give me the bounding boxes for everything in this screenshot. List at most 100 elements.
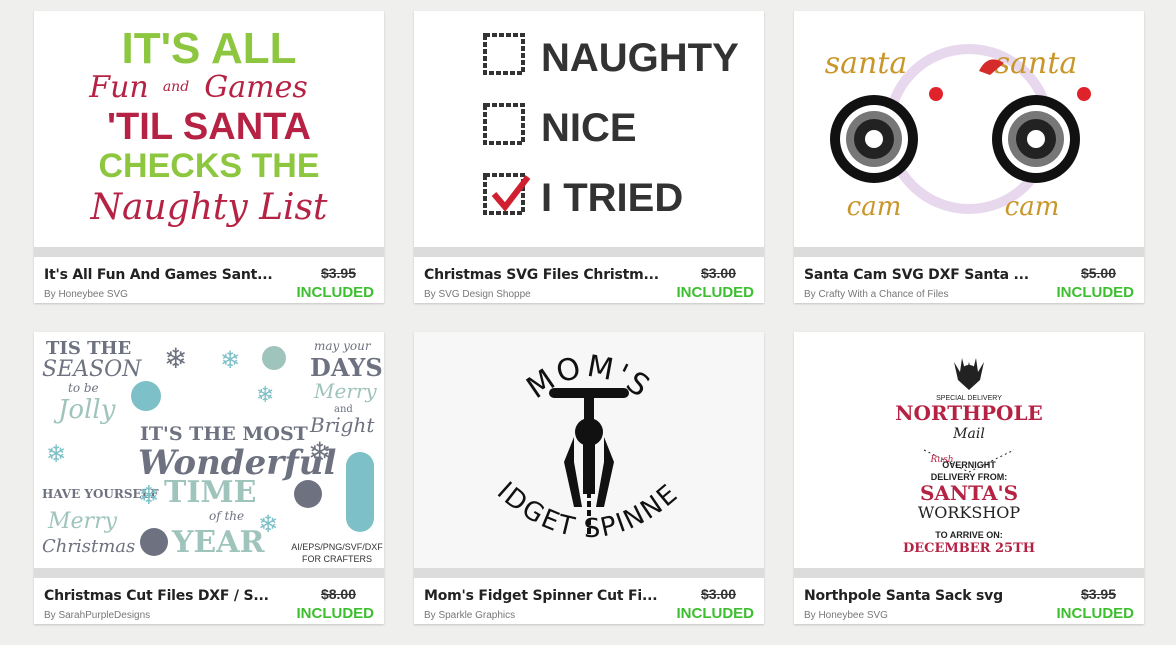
- checkbox-icon: [483, 33, 525, 75]
- checkbox-icon: [483, 103, 525, 145]
- product-thumbnail[interactable]: TIS THE SEASON to be Jolly IT'S THE MOST…: [34, 332, 384, 568]
- product-author[interactable]: By Honeybee SVG: [804, 610, 888, 621]
- product-title[interactable]: Mom's Fidget Spinner Cut Fi...: [424, 588, 664, 604]
- snowflake-icon: ❄: [164, 342, 187, 375]
- included-badge: INCLUDED: [1056, 284, 1135, 301]
- art-line: to be: [68, 381, 99, 395]
- art-line: Naughty List: [90, 187, 329, 228]
- option-label: NICE: [541, 106, 637, 150]
- reindeer-icon: [954, 358, 984, 390]
- product-author[interactable]: By SarahPurpleDesigns: [44, 610, 150, 621]
- product-title[interactable]: It's All Fun And Games Sant...: [44, 267, 284, 283]
- ornament-icon: [131, 381, 161, 411]
- art-line: FOR CRAFTERS: [302, 554, 372, 564]
- bell-icon: [262, 346, 286, 370]
- snowflake-icon: ❄: [258, 510, 278, 538]
- product-card[interactable]: SPECIAL DELIVERY NORTHPOLE Mail Rush OVE…: [794, 332, 1144, 624]
- camera-eye-icon: [830, 95, 918, 183]
- product-thumbnail[interactable]: MOM'S FIDGET SPINNER: [414, 332, 764, 568]
- art-line: Fun: [88, 70, 148, 105]
- product-card[interactable]: TIS THE SEASON to be Jolly IT'S THE MOST…: [34, 332, 384, 624]
- snowflake-icon: ❄: [220, 346, 240, 374]
- included-badge: INCLUDED: [1056, 605, 1135, 622]
- art-line: 'TIL SANTA: [107, 106, 311, 148]
- art-line: DAYS: [310, 353, 383, 382]
- product-artwork: NAUGHTY NICE I TRIED: [483, 33, 739, 220]
- snowman-icon: [346, 452, 374, 532]
- thumbnail-divider: [414, 568, 764, 578]
- snowflake-icon: ❄: [256, 383, 274, 408]
- original-price: $3.00: [700, 265, 736, 281]
- thumbnail-divider: [794, 568, 1144, 578]
- included-badge: INCLUDED: [296, 284, 375, 301]
- product-artwork: santa santa cam cam: [825, 44, 1091, 222]
- product-card[interactable]: MOM'S FIDGET SPINNER Mom's Fidget Spinne…: [414, 332, 764, 624]
- original-price: $8.00: [320, 586, 356, 602]
- art-line: cam: [1005, 192, 1060, 222]
- art-line: may your: [314, 339, 372, 353]
- art-line: CHECKS THE: [98, 147, 319, 185]
- art-line: YEAR: [171, 525, 266, 560]
- art-line: santa: [825, 46, 908, 81]
- snowflake-icon: ❄: [46, 440, 66, 468]
- art-line: TIME: [164, 475, 256, 510]
- product-author[interactable]: By SVG Design Shoppe: [424, 289, 531, 300]
- thumbnail-divider: [34, 568, 384, 578]
- art-line: OVERNIGHT: [942, 460, 996, 470]
- product-thumbnail[interactable]: NAUGHTY NICE I TRIED: [414, 11, 764, 247]
- art-line: TO ARRIVE ON:: [935, 530, 1003, 540]
- art-line: Merry: [313, 379, 377, 403]
- art-line: Christmas: [42, 536, 135, 557]
- nose-icon: [929, 87, 943, 101]
- product-thumbnail[interactable]: IT'S ALL Fun and Games 'TIL SANTA CHECKS…: [34, 11, 384, 247]
- art-line: AI/EPS/PNG/SVF/DXF: [291, 542, 383, 552]
- art-line: of the: [209, 509, 244, 523]
- product-card[interactable]: NAUGHTY NICE I TRIED Christmas SVG Files…: [414, 11, 764, 303]
- art-line: WORKSHOP: [918, 503, 1021, 522]
- ornament-icon: [140, 528, 168, 556]
- product-artwork: TIS THE SEASON to be Jolly IT'S THE MOST…: [42, 338, 383, 564]
- product-artwork: SPECIAL DELIVERY NORTHPOLE Mail Rush OVE…: [895, 358, 1043, 556]
- original-price: $5.00: [1080, 265, 1116, 281]
- art-line: DECEMBER 25TH: [903, 541, 1035, 556]
- thumbnail-divider: [414, 247, 764, 257]
- art-line: Mail: [952, 426, 985, 442]
- snowflake-icon: ❄: [308, 436, 331, 469]
- product-title[interactable]: Christmas SVG Files Christm...: [424, 267, 664, 283]
- art-line: SANTA'S: [920, 481, 1018, 505]
- included-badge: INCLUDED: [296, 605, 375, 622]
- art-line: and: [163, 79, 189, 95]
- product-card[interactable]: santa santa cam cam Santa Cam SVG DXF Sa…: [794, 11, 1144, 303]
- product-thumbnail[interactable]: santa santa cam cam: [794, 11, 1144, 247]
- nose-icon: [1077, 87, 1091, 101]
- ornament-icon: [294, 480, 322, 508]
- thumbnail-divider: [794, 247, 1144, 257]
- original-price: $3.95: [320, 265, 356, 281]
- camera-eye-icon: [992, 95, 1080, 183]
- art-line: Merry: [47, 509, 118, 534]
- art-line: IT'S THE MOST: [140, 423, 308, 445]
- art-line: santa: [995, 46, 1078, 81]
- included-badge: INCLUDED: [676, 284, 755, 301]
- product-author[interactable]: By Honeybee SVG: [44, 289, 128, 300]
- product-thumbnail[interactable]: SPECIAL DELIVERY NORTHPOLE Mail Rush OVE…: [794, 332, 1144, 568]
- snowflake-icon: ❄: [138, 481, 160, 511]
- product-artwork: IT'S ALL Fun and Games 'TIL SANTA CHECKS…: [88, 24, 329, 228]
- art-line: SEASON: [42, 357, 142, 382]
- product-title[interactable]: Northpole Santa Sack svg: [804, 588, 1044, 604]
- original-price: $3.95: [1080, 586, 1116, 602]
- product-author[interactable]: By Crafty With a Chance of Files: [804, 289, 949, 300]
- art-line: IT'S ALL: [121, 24, 296, 73]
- product-artwork: MOM'S FIDGET SPINNER: [414, 332, 764, 568]
- thumbnail-divider: [34, 247, 384, 257]
- art-line: TIS THE: [46, 338, 131, 359]
- product-title[interactable]: Christmas Cut Files DXF / S...: [44, 588, 284, 604]
- art-line: Bright: [309, 413, 375, 437]
- product-author[interactable]: By Sparkle Graphics: [424, 610, 515, 621]
- original-price: $3.00: [700, 586, 736, 602]
- art-line: Games: [204, 70, 307, 105]
- product-card[interactable]: IT'S ALL Fun and Games 'TIL SANTA CHECKS…: [34, 11, 384, 303]
- product-title[interactable]: Santa Cam SVG DXF Santa ...: [804, 267, 1044, 283]
- option-label: NAUGHTY: [541, 36, 739, 80]
- option-label: I TRIED: [541, 176, 683, 220]
